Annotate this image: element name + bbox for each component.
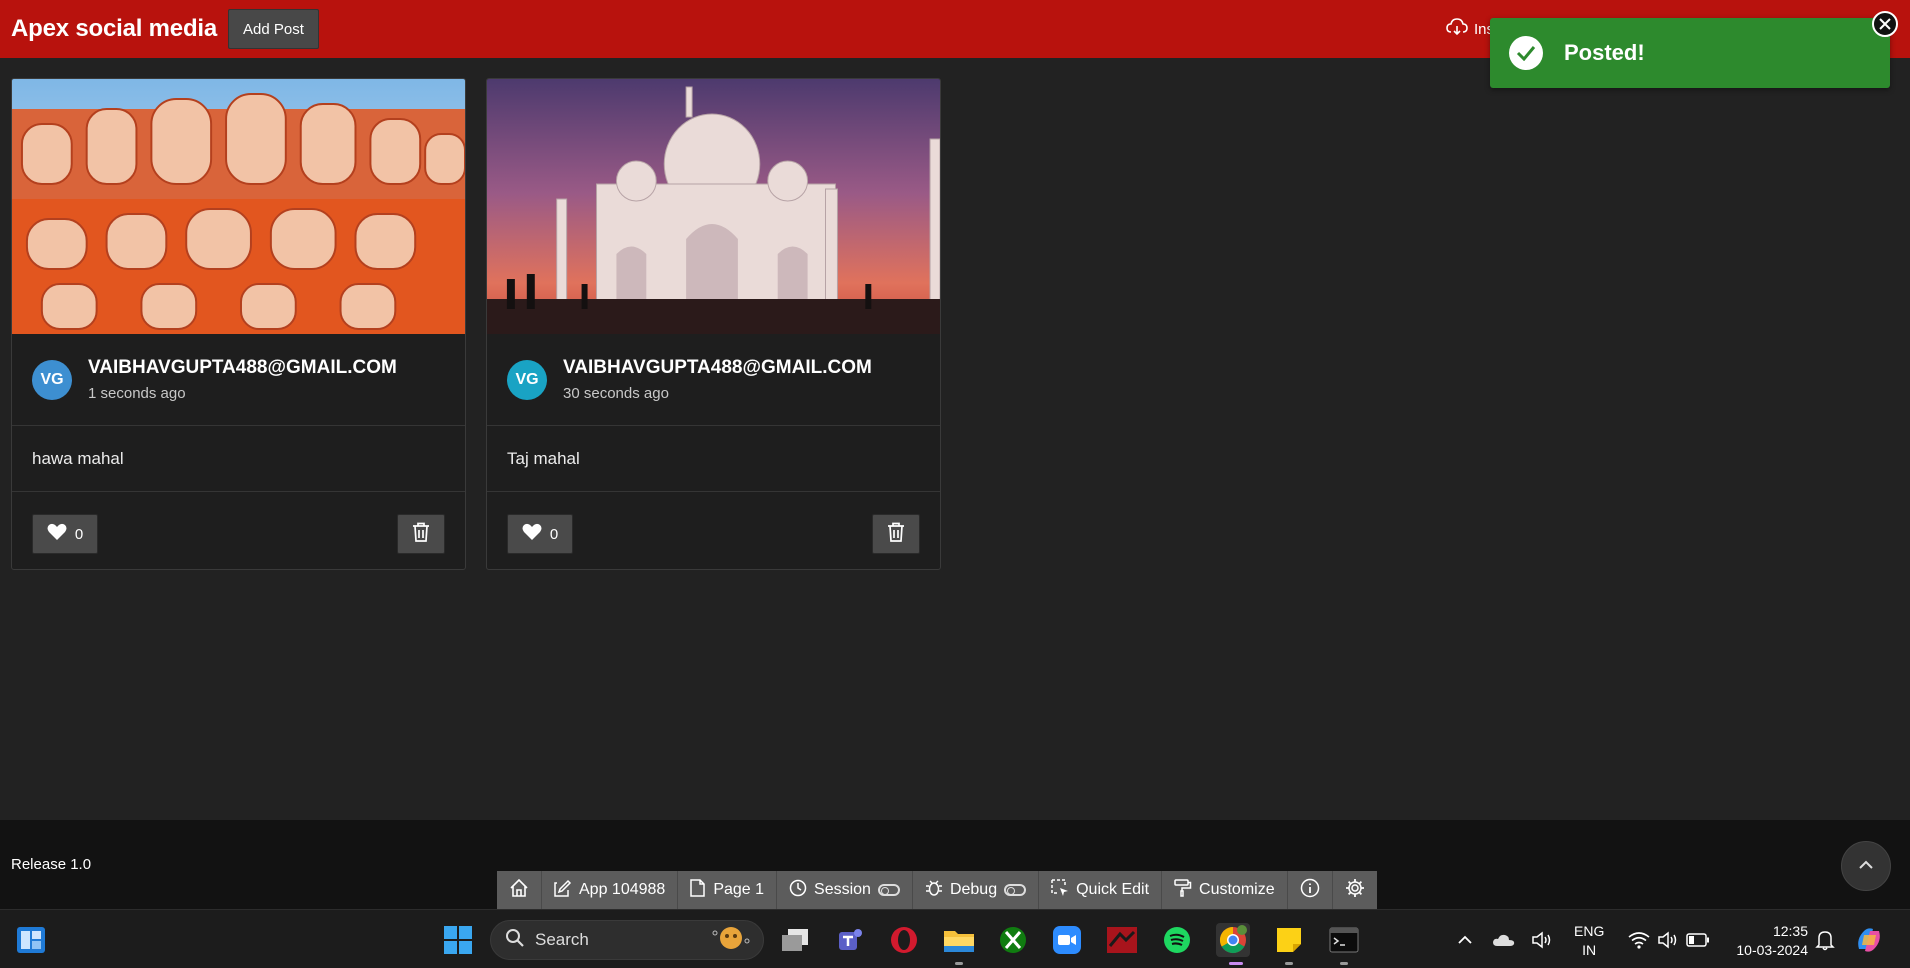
- teams-icon[interactable]: [833, 923, 867, 957]
- search-highlight-icon: [711, 923, 751, 958]
- xbox-icon[interactable]: [996, 923, 1030, 957]
- home-icon: [509, 878, 529, 903]
- chevron-up-icon: [1858, 857, 1874, 875]
- toast-message: Posted!: [1564, 40, 1645, 65]
- battery-icon[interactable]: [1681, 923, 1715, 957]
- like-count: 0: [549, 525, 559, 543]
- trash-icon: [887, 522, 905, 547]
- app-label: App 104988: [579, 881, 666, 898]
- spotify-icon[interactable]: [1160, 923, 1194, 957]
- post-time: 30 seconds ago: [563, 385, 669, 402]
- copilot-icon[interactable]: [1852, 923, 1886, 957]
- cloud-download-icon: [1446, 18, 1468, 40]
- lang-line1: ENG: [1574, 923, 1605, 939]
- post-card: VG VAIBHAVGUPTA488@GMAIL.COM 30 seconds …: [486, 78, 941, 570]
- hawa-mahal-photo: [12, 79, 465, 334]
- info-icon: [1300, 878, 1320, 903]
- post-actions: 0: [487, 492, 940, 569]
- game-app-icon[interactable]: [1105, 923, 1139, 957]
- search-placeholder: Search: [535, 930, 589, 949]
- system-clock[interactable]: 12:35 10-03-2024: [1728, 922, 1808, 960]
- delete-button[interactable]: [872, 514, 920, 554]
- developer-toolbar: App 104988 Page 1 Session Debug Quick Ed…: [497, 871, 1377, 909]
- app-button[interactable]: App 104988: [542, 871, 679, 909]
- heart-icon: [522, 523, 542, 545]
- session-button[interactable]: Session: [777, 871, 913, 909]
- session-label: Session: [814, 881, 871, 898]
- customize-label: Customize: [1199, 881, 1275, 898]
- quick-edit-icon: [1051, 878, 1069, 902]
- wifi-icon[interactable]: [1622, 923, 1656, 957]
- bug-icon: [925, 879, 943, 902]
- session-toggle[interactable]: [877, 884, 900, 896]
- opera-icon[interactable]: [887, 923, 921, 957]
- app-title[interactable]: Apex social media: [11, 15, 217, 43]
- add-post-button[interactable]: Add Post: [228, 9, 319, 49]
- terminal-icon[interactable]: [1327, 923, 1361, 957]
- page-label: Page 1: [713, 881, 765, 898]
- lang-line2: IN: [1582, 942, 1597, 958]
- delete-button[interactable]: [397, 514, 445, 554]
- windows-start-icon[interactable]: [441, 923, 475, 957]
- onedrive-icon[interactable]: [1487, 923, 1521, 957]
- quick-edit-label: Quick Edit: [1076, 881, 1150, 898]
- release-label: Release 1.0: [11, 856, 92, 873]
- notification-bell-icon[interactable]: [1808, 923, 1842, 957]
- post-header: VG VAIBHAVGUPTA488@GMAIL.COM 1 seconds a…: [12, 334, 465, 426]
- speaker-icon[interactable]: [1526, 923, 1560, 957]
- customize-button[interactable]: Customize: [1162, 871, 1288, 909]
- post-author: VAIBHAVGUPTA488@GMAIL.COM: [88, 357, 397, 378]
- debug-label: Debug: [949, 881, 998, 898]
- post-text: hawa mahal: [12, 426, 465, 492]
- info-button[interactable]: [1288, 871, 1333, 909]
- post-actions: 0: [12, 492, 465, 569]
- like-count: 0: [74, 525, 84, 543]
- language-indicator[interactable]: ENG IN: [1574, 922, 1604, 960]
- avatar: VG: [507, 359, 547, 400]
- chevron-up-icon[interactable]: [1448, 923, 1482, 957]
- post-header: VG VAIBHAVGUPTA488@GMAIL.COM 30 seconds …: [487, 334, 940, 426]
- like-button[interactable]: 0: [32, 514, 98, 554]
- paint-roller-icon: [1174, 878, 1192, 902]
- success-toast: Posted!: [1490, 18, 1890, 88]
- post-card: VG VAIBHAVGUPTA488@GMAIL.COM 1 seconds a…: [11, 78, 466, 570]
- search-icon: [505, 928, 525, 953]
- header-install-link[interactable]: Ins: [1446, 18, 1494, 40]
- home-button[interactable]: [497, 871, 542, 909]
- trash-icon: [412, 522, 430, 547]
- post-time: 1 seconds ago: [88, 385, 186, 402]
- scroll-to-top-button[interactable]: [1841, 841, 1891, 891]
- heart-icon: [47, 523, 67, 545]
- chrome-icon[interactable]: [1216, 923, 1250, 957]
- clock-time: 12:35: [1772, 923, 1808, 939]
- file-explorer-icon[interactable]: [942, 923, 976, 957]
- like-button[interactable]: 0: [507, 514, 573, 554]
- clock-date: 10-03-2024: [1736, 942, 1808, 958]
- quick-edit-button[interactable]: Quick Edit: [1039, 871, 1163, 909]
- zoom-icon[interactable]: [1050, 923, 1084, 957]
- taj-mahal-photo: [487, 79, 940, 334]
- settings-button[interactable]: [1333, 871, 1377, 909]
- sticky-notes-icon[interactable]: [1272, 923, 1306, 957]
- os-taskbar: Search ENG IN 12:35 10-03-2024: [0, 909, 1910, 968]
- taskbar-search[interactable]: Search: [490, 920, 764, 960]
- post-text: Taj mahal: [487, 426, 940, 492]
- close-icon[interactable]: [1872, 11, 1898, 37]
- task-view-icon[interactable]: [778, 923, 812, 957]
- page-edit-icon: [690, 878, 706, 902]
- debug-toggle[interactable]: [1004, 884, 1027, 896]
- debug-button[interactable]: Debug: [913, 871, 1040, 909]
- session-icon: [789, 879, 807, 902]
- check-icon: [1509, 36, 1543, 70]
- post-author: VAIBHAVGUPTA488@GMAIL.COM: [563, 357, 872, 378]
- widgets-icon[interactable]: [14, 923, 48, 957]
- gear-icon: [1345, 878, 1365, 903]
- edit-icon: [554, 879, 572, 902]
- page-button[interactable]: Page 1: [678, 871, 778, 909]
- avatar: VG: [32, 359, 72, 400]
